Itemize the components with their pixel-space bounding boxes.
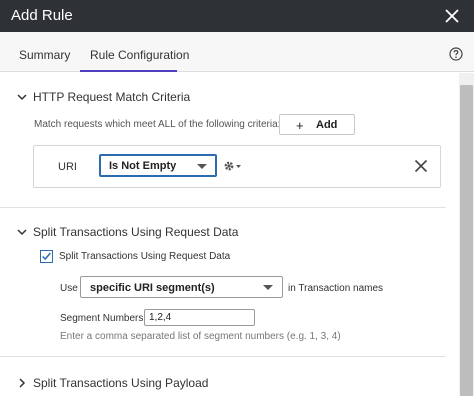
split-request-checkbox-label[interactable]: Split Transactions Using Request Data [59, 251, 230, 262]
chevron-down-icon [197, 164, 207, 169]
operator-select[interactable]: Is Not Empty [99, 154, 217, 177]
active-tab-indicator [80, 70, 177, 72]
use-suffix-label: in Transaction names [288, 283, 384, 294]
add-criteria-button[interactable]: + Add [279, 114, 355, 135]
tab-summary[interactable]: Summary [19, 48, 70, 62]
help-icon[interactable] [449, 47, 463, 61]
checkmark-icon [42, 252, 51, 261]
section-header-split-request[interactable]: Split Transactions Using Request Data [17, 224, 238, 239]
add-button-label: Add [316, 119, 338, 131]
chevron-down-icon [17, 94, 27, 100]
chevron-down-icon [263, 285, 273, 290]
section-header-split-payload[interactable]: Split Transactions Using Payload [17, 375, 208, 390]
dialog-title: Add Rule [11, 7, 73, 24]
section-title: Split Transactions Using Payload [33, 375, 209, 390]
match-criteria-hint: Match requests which meet ALL of the fol… [34, 119, 281, 130]
chevron-down-icon [17, 229, 27, 235]
section-divider [0, 356, 446, 357]
tab-rule-configuration[interactable]: Rule Configuration [90, 48, 189, 62]
split-request-checkbox[interactable] [40, 250, 53, 263]
gear-icon[interactable] [222, 159, 242, 173]
segment-numbers-label: Segment Numbers [60, 313, 144, 324]
section-divider [0, 207, 446, 208]
remove-criteria-icon[interactable] [414, 159, 428, 173]
section-title: HTTP Request Match Criteria [33, 89, 191, 104]
segment-numbers-input[interactable] [144, 309, 255, 326]
section-title: Split Transactions Using Request Data [33, 224, 239, 239]
use-select-value: specific URI segment(s) [90, 282, 215, 294]
use-label: Use [60, 283, 78, 294]
dialog-titlebar: Add Rule [0, 0, 474, 32]
segment-numbers-hint: Enter a comma separated list of segment … [60, 331, 341, 342]
plus-icon: + [296, 118, 304, 133]
close-icon[interactable] [444, 8, 460, 24]
operator-select-value: Is Not Empty [109, 160, 177, 172]
use-select[interactable]: specific URI segment(s) [80, 276, 283, 298]
criteria-field-label: URI [58, 161, 77, 173]
scrollbar-thumb[interactable] [460, 85, 473, 396]
chevron-right-icon [19, 378, 26, 388]
tab-bar: Summary Rule Configuration [0, 32, 474, 72]
section-header-http-match[interactable]: HTTP Request Match Criteria [17, 89, 190, 104]
